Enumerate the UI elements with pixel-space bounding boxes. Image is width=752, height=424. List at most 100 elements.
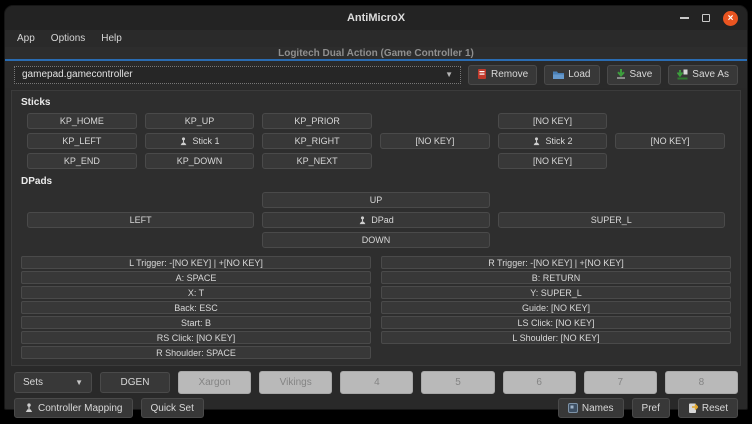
controller-button-start[interactable]: Start: B <box>21 316 371 329</box>
dpad-button-left[interactable]: LEFT <box>27 212 254 228</box>
minimize-icon[interactable] <box>680 17 689 19</box>
names-toggle-button[interactable]: Names <box>558 398 624 418</box>
controller-mapping-button[interactable]: Controller Mapping <box>14 398 133 418</box>
save-icon <box>616 69 626 80</box>
sets-dropdown-label: Sets <box>23 377 43 388</box>
close-icon[interactable]: × <box>723 11 738 26</box>
stick-spacer <box>380 153 490 169</box>
gamepad-icon <box>532 137 541 146</box>
stick-button-stick-2[interactable]: Stick 2 <box>498 133 608 149</box>
sets-row: Sets ▼ DGEN Xargon Vikings 45678 <box>5 366 747 394</box>
stick-button-label: KP_END <box>64 156 100 166</box>
set-tab-active[interactable]: DGEN <box>100 372 170 393</box>
stick-button-kp-left[interactable]: KP_LEFT <box>27 133 137 149</box>
stick-button-label: [NO KEY] <box>651 136 690 146</box>
profile-toolbar: gamepad.gamecontroller ▼ Remove Load Sav… <box>5 61 747 88</box>
stick-button-no-key[interactable]: [NO KEY] <box>380 133 490 149</box>
stick-button-label: KP_RIGHT <box>295 136 340 146</box>
controller-button-r-shoulder[interactable]: R Shoulder: SPACE <box>21 346 371 359</box>
remove-button-label: Remove <box>491 69 528 80</box>
names-icon <box>568 403 578 413</box>
dpad-button-dpad[interactable]: DPad <box>262 212 489 228</box>
dpad-button-label: SUPER_L <box>591 215 632 225</box>
dpads-group-label: DPads <box>21 176 731 187</box>
controller-button-y[interactable]: Y: SUPER_L <box>381 286 731 299</box>
remove-icon <box>477 69 487 80</box>
window-controls: × <box>680 6 738 30</box>
set-tab-xargon[interactable]: Xargon <box>178 371 251 394</box>
stick-button-kp-next[interactable]: KP_NEXT <box>262 153 372 169</box>
controller-button-l-shoulder[interactable]: L Shoulder: [NO KEY] <box>381 331 731 344</box>
set-tabs: Xargon Vikings 45678 <box>178 371 738 394</box>
set-tab-vikings[interactable]: Vikings <box>259 371 332 394</box>
remove-button[interactable]: Remove <box>468 65 537 85</box>
stick-button-label: [NO KEY] <box>415 136 454 146</box>
controller-button-rs-click[interactable]: RS Click: [NO KEY] <box>21 331 371 344</box>
load-button-label: Load <box>568 69 590 80</box>
dpads-group: DPads UP LEFT DPad SUPER_L DOWN <box>21 176 731 248</box>
buttons-grid-spacer <box>381 346 731 359</box>
controller-button-x[interactable]: X: T <box>21 286 371 299</box>
quick-set-button[interactable]: Quick Set <box>141 398 204 418</box>
menubar: AppOptionsHelp <box>5 30 747 47</box>
menu-item-help[interactable]: Help <box>93 31 130 46</box>
maximize-icon[interactable] <box>702 14 710 22</box>
dpad-spacer <box>27 232 254 248</box>
save-as-button-label: Save As <box>692 69 729 80</box>
stick-button-no-key[interactable]: [NO KEY] <box>498 113 608 129</box>
controller-button-guide[interactable]: Guide: [NO KEY] <box>381 301 731 314</box>
save-button[interactable]: Save <box>607 65 662 85</box>
stick-button-kp-right[interactable]: KP_RIGHT <box>262 133 372 149</box>
set-tab-5[interactable]: 5 <box>421 371 494 394</box>
names-button-label: Names <box>582 403 614 414</box>
stick-button-kp-down[interactable]: KP_DOWN <box>145 153 255 169</box>
stick-spacer <box>380 113 490 129</box>
dpad-spacer <box>498 232 725 248</box>
stick-button-label: KP_DOWN <box>177 156 223 166</box>
statusbar: Controller Mapping Quick Set Names Pref … <box>5 394 747 418</box>
sets-dropdown-button[interactable]: Sets ▼ <box>14 372 92 393</box>
app-window: AntiMicroX × AppOptionsHelp Logitech Dua… <box>4 5 748 410</box>
stick-button-label: Stick 2 <box>545 136 572 146</box>
controller-button-a[interactable]: A: SPACE <box>21 271 371 284</box>
controller-button-ls-click[interactable]: LS Click: [NO KEY] <box>381 316 731 329</box>
tab-controller[interactable]: Logitech Dual Action (Game Controller 1) <box>278 48 474 59</box>
menu-item-app[interactable]: App <box>9 31 43 46</box>
gamepad-icon <box>358 216 367 225</box>
pref-button[interactable]: Pref <box>632 398 670 418</box>
dpad-button-up[interactable]: UP <box>262 192 489 208</box>
dpad-button-label: DOWN <box>362 235 391 245</box>
menu-item-options[interactable]: Options <box>43 31 93 46</box>
set-tab-6[interactable]: 6 <box>503 371 576 394</box>
stick-button-label: KP_LEFT <box>62 136 101 146</box>
stick-button-kp-end[interactable]: KP_END <box>27 153 137 169</box>
stick-button-stick-1[interactable]: Stick 1 <box>145 133 255 149</box>
dpad-button-label: UP <box>370 195 383 205</box>
controller-button-b[interactable]: B: RETURN <box>381 271 731 284</box>
stick-button-label: KP_HOME <box>60 116 104 126</box>
controller-button-r-trigger[interactable]: R Trigger: -[NO KEY] | +[NO KEY] <box>381 256 731 269</box>
pref-button-label: Pref <box>642 403 660 414</box>
stick-button-kp-home[interactable]: KP_HOME <box>27 113 137 129</box>
reset-button[interactable]: Reset <box>678 398 738 418</box>
gamepad-icon <box>24 403 34 413</box>
stick-button-kp-prior[interactable]: KP_PRIOR <box>262 113 372 129</box>
dpad-button-down[interactable]: DOWN <box>262 232 489 248</box>
profile-combobox[interactable]: gamepad.gamecontroller ▼ <box>14 66 461 84</box>
stick-button-no-key[interactable]: [NO KEY] <box>498 153 608 169</box>
load-button[interactable]: Load <box>544 65 599 85</box>
sticks-grid: KP_HOME KP_UP KP_PRIOR [NO KEY] KP_LEFT Stick… <box>27 113 725 169</box>
set-tab-4[interactable]: 4 <box>340 371 413 394</box>
stick-spacer <box>615 113 725 129</box>
save-as-icon <box>677 69 688 80</box>
set-tab-8[interactable]: 8 <box>665 371 738 394</box>
controller-button-back[interactable]: Back: ESC <box>21 301 371 314</box>
chevron-down-icon: ▼ <box>75 378 83 387</box>
reset-button-label: Reset <box>702 403 728 414</box>
stick-button-no-key[interactable]: [NO KEY] <box>615 133 725 149</box>
set-tab-7[interactable]: 7 <box>584 371 657 394</box>
stick-button-kp-up[interactable]: KP_UP <box>145 113 255 129</box>
controller-button-l-trigger[interactable]: L Trigger: -[NO KEY] | +[NO KEY] <box>21 256 371 269</box>
dpad-button-super-l[interactable]: SUPER_L <box>498 212 725 228</box>
save-as-button[interactable]: Save As <box>668 65 738 85</box>
